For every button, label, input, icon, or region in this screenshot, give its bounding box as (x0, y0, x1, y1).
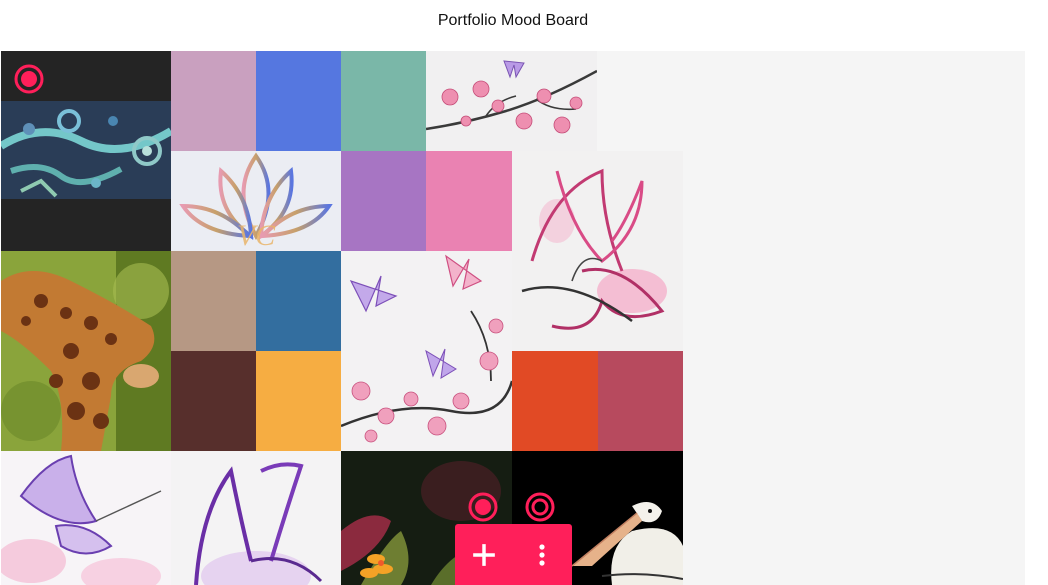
purple-butterfly-sketch[interactable] (171, 451, 341, 585)
giraffe-photo[interactable] (1, 251, 171, 451)
floating-action-bar (455, 524, 572, 585)
raspberry-swatch[interactable] (598, 351, 683, 451)
tan-swatch[interactable] (171, 251, 256, 351)
steel-blue-swatch[interactable] (256, 251, 341, 351)
selection-ring-icon[interactable] (525, 492, 555, 522)
purple-swatch[interactable] (341, 151, 426, 251)
teal-swatch[interactable] (341, 51, 426, 151)
logo-monogram: VC (237, 219, 276, 251)
blue-swatch[interactable] (256, 51, 341, 151)
add-button[interactable] (455, 524, 513, 585)
pink-swatch[interactable] (171, 51, 256, 151)
more-options-button[interactable] (513, 524, 571, 585)
cherry-blossom-branch-illustration[interactable] (426, 51, 597, 151)
pink-butterfly-sketch[interactable] (512, 151, 683, 351)
red-orange-swatch[interactable] (512, 351, 598, 451)
page-title: Portfolio Mood Board (437, 12, 589, 29)
pink-swatch-2[interactable] (426, 151, 512, 251)
more-vertical-icon (539, 543, 545, 566)
mood-board-canvas[interactable]: VC (1, 51, 1025, 585)
lotus-logo[interactable]: VC (171, 151, 341, 251)
selected-indicator-icon[interactable] (468, 492, 498, 522)
plus-icon (473, 543, 495, 566)
butterflies-and-blossoms-illustration[interactable] (341, 251, 512, 451)
dark-brown-swatch[interactable] (171, 351, 256, 451)
purple-butterfly-watercolor[interactable] (1, 451, 171, 585)
orange-swatch[interactable] (256, 351, 341, 451)
selected-indicator-icon[interactable] (14, 64, 44, 94)
